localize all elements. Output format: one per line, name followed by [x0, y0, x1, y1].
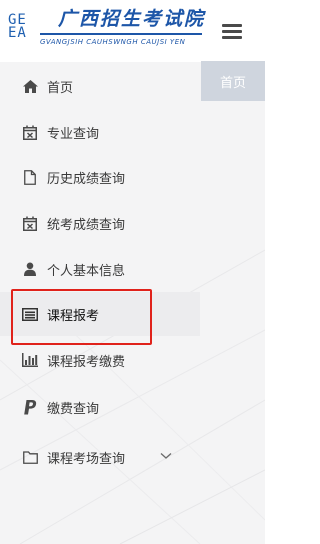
logo-title: 广西招生考试院 — [58, 8, 206, 30]
folder-icon — [22, 449, 38, 465]
calendar-x-icon — [22, 215, 38, 231]
hamburger-icon[interactable] — [222, 24, 242, 40]
sidebar: 首页 专业查询 历史成绩查询 统考成绩查询 个人基本信息 课程报考 课程报考缴费… — [0, 62, 200, 544]
user-icon — [22, 261, 38, 277]
header: GE EA 广西招生考试院 GVANGJSIH CAUHSWNGH CAUJSI… — [0, 0, 265, 62]
sidebar-item-payment-query[interactable]: 缴费查询 — [0, 385, 200, 429]
sidebar-item-label: 课程报考缴费 — [47, 354, 126, 370]
chevron-down-icon[interactable] — [160, 451, 172, 461]
sidebar-item-history-scores[interactable]: 历史成绩查询 — [0, 155, 200, 199]
sidebar-item-label: 统考成绩查询 — [47, 217, 126, 233]
calendar-x-icon — [22, 124, 38, 140]
sidebar-item-label: 首页 — [47, 80, 74, 96]
sidebar-item-home[interactable]: 首页 — [0, 64, 200, 108]
sidebar-item-personal-info[interactable]: 个人基本信息 — [0, 247, 200, 291]
tab-home[interactable]: 首页 — [201, 61, 265, 101]
sidebar-item-label: 课程考场查询 — [47, 451, 126, 467]
sidebar-item-label: 缴费查询 — [47, 401, 100, 417]
logo-subtitle: GVANGJSIH CAUHSWNGH CAUJSI YEN — [40, 38, 186, 46]
file-icon — [22, 169, 38, 185]
sidebar-item-label: 历史成绩查询 — [47, 171, 126, 187]
sidebar-item-major-query[interactable]: 专业查询 — [0, 110, 200, 154]
logo-mark-line2: EA — [8, 25, 27, 41]
sidebar-item-exam-room-query[interactable]: 课程考场查询 — [0, 435, 200, 479]
paypal-icon — [22, 399, 38, 415]
tab-home-label: 首页 — [219, 75, 246, 91]
app: GE EA 广西招生考试院 GVANGJSIH CAUHSWNGH CAUJSI… — [0, 0, 265, 544]
logo-underline — [40, 33, 202, 35]
sidebar-item-label: 专业查询 — [47, 126, 100, 142]
home-icon — [22, 78, 38, 94]
logo-mark: GE EA — [8, 13, 27, 41]
bar-chart-icon — [22, 352, 38, 368]
highlight-box — [11, 289, 152, 345]
sidebar-item-label: 个人基本信息 — [47, 263, 126, 279]
sidebar-item-unified-exam-scores[interactable]: 统考成绩查询 — [0, 201, 200, 245]
